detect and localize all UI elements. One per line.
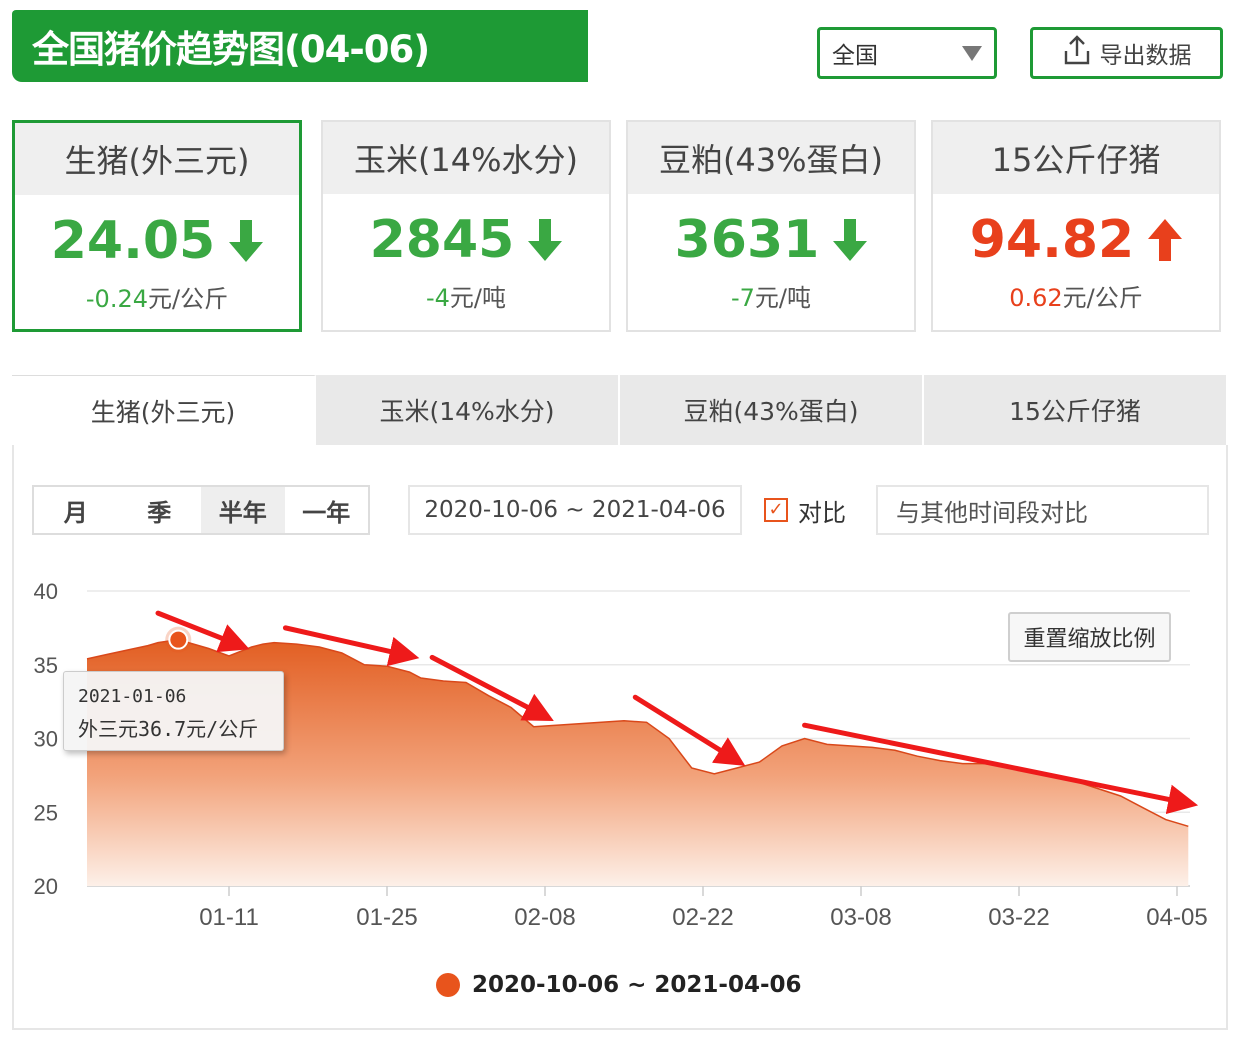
- tooltip-date: 2021-01-06: [78, 686, 187, 707]
- y-tick-label: 35: [34, 653, 58, 678]
- y-tick-label: 20: [34, 874, 58, 899]
- y-tick-label: 25: [34, 800, 58, 825]
- x-tick-label: 03-22: [988, 904, 1049, 931]
- chart-series: [86, 626, 1189, 886]
- x-tick-label: 01-25: [356, 904, 417, 931]
- chart-tooltip: 2021-01-06 外三元36.7元/公斤: [63, 671, 284, 751]
- x-tick-label: 01-11: [199, 904, 259, 931]
- y-tick-label: 30: [34, 727, 58, 752]
- price-trend-chart: 20 25 30 35 40 01-11 01-25 02-08 02-22 03-08 03-22…: [34, 579, 1208, 931]
- highlight-point: [168, 629, 189, 650]
- y-tick-label: 40: [34, 579, 58, 604]
- tooltip-value: 外三元36.7元/公斤: [78, 717, 259, 741]
- legend-label: 2020-10-06 ~ 2021-04-06: [472, 972, 802, 998]
- x-tick-label: 04-05: [1146, 904, 1207, 931]
- x-tick-label: 02-22: [672, 904, 733, 931]
- legend-swatch: [436, 973, 460, 997]
- reset-zoom-button[interactable]: 重置缩放比例: [1008, 612, 1171, 662]
- x-tick-label: 03-08: [830, 904, 891, 931]
- chart-legend[interactable]: 2020-10-06 ~ 2021-04-06: [436, 968, 802, 1002]
- x-tick-label: 02-08: [514, 904, 575, 931]
